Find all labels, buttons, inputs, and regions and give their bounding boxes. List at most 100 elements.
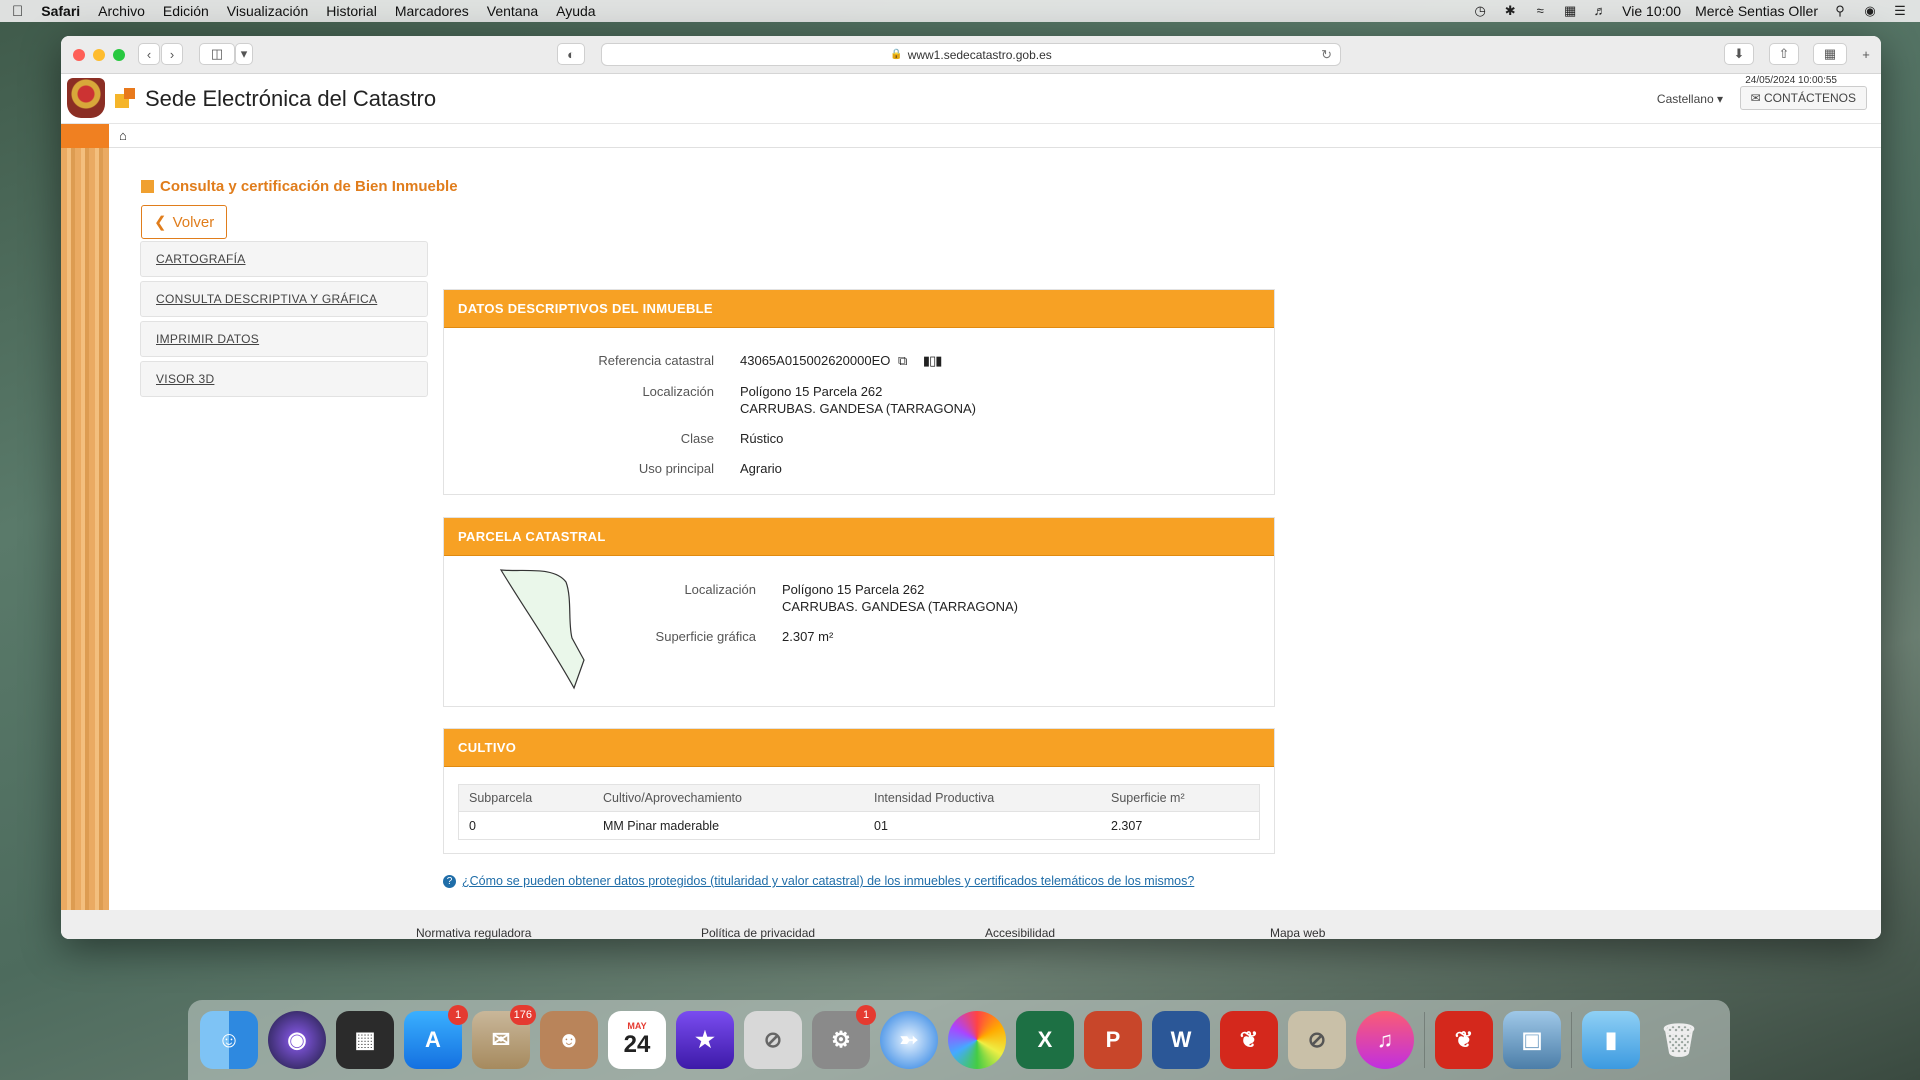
- keyboard-icon[interactable]: ▦: [1562, 4, 1578, 18]
- menubar-user[interactable]: Mercè Sentias Oller: [1695, 3, 1818, 19]
- calendar-month: MAY: [627, 1021, 647, 1031]
- side-menu-consulta-descriptiva[interactable]: CONSULTA DESCRIPTIVA Y GRÁFICA: [140, 281, 428, 317]
- mail-icon[interactable]: ✉ 176: [472, 1005, 536, 1069]
- decorative-side-image: [61, 148, 109, 910]
- menubar-clock[interactable]: Vie 10:00: [1622, 3, 1681, 19]
- new-tab-button[interactable]: +: [1856, 43, 1876, 65]
- footer-privacidad-link[interactable]: Política de privacidad: [701, 926, 815, 939]
- control-center-icon[interactable]: ☰: [1892, 4, 1908, 18]
- side-menu-visor-3d[interactable]: VISOR 3D: [140, 361, 428, 397]
- parcela-localizacion-line2: CARRUBAS. GANDESA (TARRAGONA): [782, 599, 1018, 614]
- preview-icon[interactable]: ▣: [1503, 1011, 1561, 1069]
- parcela-localizacion-line1: Polígono 15 Parcela 262: [782, 582, 925, 597]
- disabled-app-2-icon[interactable]: ⊘: [1288, 1011, 1346, 1069]
- address-bar[interactable]: 🔒 www1.sedecatastro.gob.es ↻: [601, 43, 1341, 66]
- trash-icon[interactable]: 🗑: [1650, 1011, 1708, 1069]
- system-preferences-icon[interactable]: ⚙ 1: [812, 1005, 876, 1069]
- site-header: Sede Electrónica del Catastro 24/05/2024…: [61, 74, 1881, 124]
- site-title[interactable]: Sede Electrónica del Catastro: [145, 86, 436, 112]
- home-icon[interactable]: ⌂: [119, 128, 127, 143]
- share-button[interactable]: ⇧: [1769, 43, 1799, 65]
- window-controls: [73, 49, 125, 61]
- bluetooth-icon[interactable]: ✱: [1502, 4, 1518, 18]
- menu-historial[interactable]: Historial: [326, 3, 377, 19]
- minimize-window-button[interactable]: [93, 49, 105, 61]
- powerpoint-icon[interactable]: P: [1084, 1011, 1142, 1069]
- mission-control-icon[interactable]: ▦: [336, 1011, 394, 1069]
- help-link-text: ¿Cómo se pueden obtener datos protegidos…: [462, 874, 1195, 888]
- music-icon[interactable]: ♫: [1356, 1011, 1414, 1069]
- acrobat-icon[interactable]: ❦: [1220, 1011, 1278, 1069]
- applications-folder-icon[interactable]: ▮: [1582, 1011, 1640, 1069]
- menu-visualizacion[interactable]: Visualización: [227, 3, 308, 19]
- mail-badge: 176: [509, 1005, 536, 1025]
- parcela-catastral-panel: PARCELA CATASTRAL Localización Polígono …: [443, 517, 1275, 707]
- site-footer: Normativa reguladora Política de privaci…: [61, 910, 1881, 939]
- app-store-badge: 1: [448, 1005, 468, 1025]
- menu-ventana[interactable]: Ventana: [487, 3, 538, 19]
- side-menu: CARTOGRAFÍA CONSULTA DESCRIPTIVA Y GRÁFI…: [140, 241, 428, 401]
- safari-icon[interactable]: ➳: [880, 1011, 938, 1069]
- copy-icon[interactable]: ⧉: [898, 353, 907, 368]
- tab-overview-button[interactable]: ▦: [1813, 43, 1847, 65]
- photos-icon[interactable]: [948, 1011, 1006, 1069]
- back-nav-button[interactable]: ‹: [138, 43, 160, 65]
- spotlight-search-icon[interactable]: ⚲: [1832, 4, 1848, 18]
- contact-button[interactable]: ✉ CONTÁCTENOS: [1739, 86, 1867, 110]
- sidebar-menu-button[interactable]: ▾: [235, 43, 253, 65]
- word-icon[interactable]: W: [1152, 1011, 1210, 1069]
- downloads-button[interactable]: ⬇: [1724, 43, 1754, 65]
- envelope-icon: ✉: [1750, 91, 1764, 105]
- sidebar-toggle-button[interactable]: ◫: [199, 43, 235, 65]
- parcela-localizacion-label: Localización: [684, 582, 756, 597]
- wifi-icon[interactable]: ≈: [1532, 4, 1548, 18]
- back-label: Volver: [172, 213, 215, 231]
- reload-icon[interactable]: ↻: [1321, 47, 1332, 63]
- barcode-icon[interactable]: ▮▯▮: [923, 353, 942, 368]
- ref-catastral-value: 43065A015002620000EO ⧉ ▮▯▮: [740, 353, 942, 369]
- chevron-left-icon: ❮: [154, 214, 167, 231]
- time-machine-icon[interactable]: ◷: [1472, 4, 1488, 18]
- calendar-day: 24: [623, 1031, 651, 1058]
- footer-normativa-link[interactable]: Normativa reguladora: [416, 926, 531, 939]
- footer-mapa-web-link[interactable]: Mapa web: [1270, 926, 1325, 939]
- protected-data-help-link[interactable]: ? ¿Cómo se pueden obtener datos protegid…: [443, 874, 1194, 888]
- page-heading: Consulta y certificación de Bien Inmuebl…: [141, 178, 458, 195]
- siri-dock-icon[interactable]: ◉: [268, 1011, 326, 1069]
- menu-ayuda[interactable]: Ayuda: [556, 3, 595, 19]
- close-window-button[interactable]: [73, 49, 85, 61]
- uso-label: Uso principal: [638, 461, 714, 476]
- question-icon: ?: [443, 874, 456, 888]
- calendar-icon[interactable]: MAY 24: [608, 1011, 666, 1069]
- back-button[interactable]: ❮ Volver: [141, 205, 228, 239]
- finder-icon[interactable]: ☺: [200, 1011, 258, 1069]
- excel-icon[interactable]: X: [1016, 1011, 1074, 1069]
- volume-icon[interactable]: ♬: [1592, 4, 1608, 18]
- side-menu-imprimir-datos[interactable]: IMPRIMIR DATOS: [140, 321, 428, 357]
- ref-catastral-text: 43065A015002620000EO: [740, 353, 891, 368]
- language-select[interactable]: Castellano ▾: [1657, 92, 1723, 106]
- side-menu-cartografia[interactable]: CARTOGRAFÍA: [140, 241, 428, 277]
- disabled-app-icon[interactable]: ⊘: [744, 1011, 802, 1069]
- shield-icon: ◐: [567, 46, 575, 62]
- forward-nav-button[interactable]: ›: [161, 43, 183, 65]
- dock-separator-2: [1571, 1012, 1572, 1068]
- datos-panel-title: DATOS DESCRIPTIVOS DEL INMUEBLE: [444, 290, 1274, 328]
- acrobat-reader-icon[interactable]: ❦: [1435, 1011, 1493, 1069]
- app-store-icon[interactable]: A1: [404, 1005, 468, 1069]
- footer-accesibilidad-link[interactable]: Accesibilidad: [985, 926, 1055, 939]
- menu-marcadores[interactable]: Marcadores: [395, 3, 469, 19]
- contacts-icon[interactable]: ☻: [540, 1011, 598, 1069]
- siri-icon[interactable]: ◉: [1862, 4, 1878, 18]
- menu-edicion[interactable]: Edición: [163, 3, 209, 19]
- privacy-report-button[interactable]: ◐: [557, 43, 585, 65]
- zoom-window-button[interactable]: [113, 49, 125, 61]
- table-row: 0 MM Pinar maderable 01 2.307: [459, 812, 1259, 839]
- menu-app-name[interactable]: Safari: [41, 3, 80, 19]
- col-cultivo: Cultivo/Aprovechamiento: [603, 791, 742, 805]
- imovie-icon[interactable]: ★: [676, 1011, 734, 1069]
- menu-archivo[interactable]: Archivo: [98, 3, 145, 19]
- apple-menu-icon[interactable]: : [12, 3, 23, 20]
- contact-label: CONTÁCTENOS: [1763, 91, 1856, 105]
- col-subparcela: Subparcela: [469, 791, 533, 805]
